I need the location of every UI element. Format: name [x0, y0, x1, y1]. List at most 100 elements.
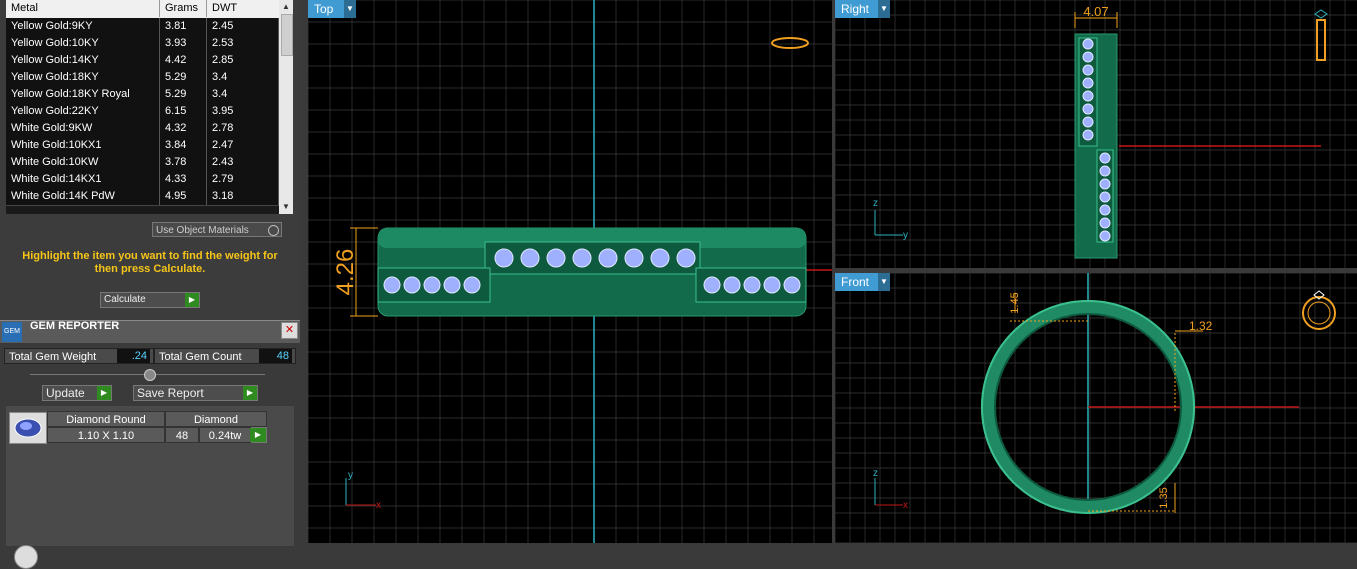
total-gem-count-value: 48 — [259, 349, 292, 363]
metal-name-cell: Yellow Gold:14KY — [6, 52, 160, 69]
grams-cell: 5.29 — [160, 69, 207, 86]
column-header-dwt[interactable]: DWT — [207, 0, 279, 17]
play-icon[interactable]: ▶ — [185, 293, 199, 307]
total-gem-weight-value: .24 — [117, 349, 150, 363]
column-header-grams[interactable]: Grams — [160, 0, 207, 17]
front-dimension-b: 1.32 — [1189, 319, 1213, 333]
status-circle[interactable] — [14, 545, 38, 569]
table-row[interactable]: Yellow Gold:10KY 3.93 2.53 — [6, 35, 279, 53]
gem-stone[interactable] — [403, 276, 421, 294]
gem-stone[interactable] — [520, 248, 540, 268]
total-gem-weight-label: Total Gem Weight — [9, 351, 97, 363]
gem-stone[interactable] — [1099, 165, 1111, 177]
ring-thumbnail-icon — [771, 37, 809, 49]
front-viewport-canvas: 1.45 1.32 1.35 z x — [835, 273, 1357, 543]
gem-stone[interactable] — [1082, 129, 1094, 141]
table-row[interactable]: White Gold:14K PdW 4.95 3.18 — [6, 188, 279, 206]
scroll-thumb[interactable] — [281, 14, 293, 56]
scroll-down-icon[interactable]: ▼ — [279, 200, 293, 213]
front-viewport[interactable]: 1.45 1.32 1.35 z x Front ▼ — [835, 273, 1357, 543]
table-row[interactable]: Yellow Gold:22KY 6.15 3.95 — [6, 103, 279, 121]
table-row[interactable]: Yellow Gold:18KY 5.29 3.4 — [6, 69, 279, 87]
gem-stone[interactable] — [423, 276, 441, 294]
metal-weight-table[interactable]: Metal Grams DWT Yellow Gold:9KY 3.81 2.45 Y… — [6, 0, 279, 214]
grams-cell: 3.81 — [160, 18, 207, 35]
dwt-cell: 3.95 — [207, 103, 279, 120]
gem-row-button[interactable]: ▶ — [250, 427, 267, 443]
chevron-down-icon[interactable]: ▼ — [878, 273, 890, 291]
dwt-cell: 2.47 — [207, 137, 279, 154]
gem-stone[interactable] — [763, 276, 781, 294]
table-row[interactable]: White Gold:10KX1 3.84 2.47 — [6, 137, 279, 155]
gem-reporter-title: GEM REPORTER — [30, 320, 120, 332]
view-selector-front[interactable]: Front ▼ — [835, 273, 890, 291]
gem-stone[interactable] — [783, 276, 801, 294]
gem-stone[interactable] — [1082, 90, 1094, 102]
gem-stone[interactable] — [1099, 191, 1111, 203]
gem-stone[interactable] — [703, 276, 721, 294]
dwt-cell: 3.4 — [207, 86, 279, 103]
gem-stone[interactable] — [494, 248, 514, 268]
table-row[interactable]: White Gold:9KW 4.32 2.78 — [6, 120, 279, 138]
grams-cell: 4.32 — [160, 120, 207, 137]
play-icon[interactable]: ▶ — [243, 386, 257, 400]
gem-stone[interactable] — [676, 248, 696, 268]
view-selector-right[interactable]: Right ▼ — [835, 0, 890, 18]
metal-table-scrollbar[interactable]: ▲ ▼ — [279, 0, 293, 214]
gem-stone[interactable] — [443, 276, 461, 294]
gem-stone[interactable] — [1099, 178, 1111, 190]
gem-stone[interactable] — [546, 248, 566, 268]
dwt-cell: 3.18 — [207, 188, 279, 205]
use-object-materials-toggle[interactable]: Use Object Materials — [152, 222, 282, 237]
right-viewport-canvas: 4.07 z y — [835, 0, 1357, 268]
table-row[interactable]: Yellow Gold:14KY 4.42 2.85 — [6, 52, 279, 70]
gem-stone[interactable] — [1082, 64, 1094, 76]
close-icon[interactable]: ✕ — [281, 322, 298, 339]
divider-handle[interactable] — [144, 369, 156, 381]
gem-stone[interactable] — [1082, 103, 1094, 115]
gem-stone[interactable] — [1099, 204, 1111, 216]
gem-stone[interactable] — [383, 276, 401, 294]
metal-name-cell: White Gold:14KX1 — [6, 171, 160, 188]
gem-stone[interactable] — [1082, 38, 1094, 50]
view-label: Top — [314, 2, 334, 16]
gem-stone[interactable] — [572, 248, 592, 268]
top-viewport[interactable]: 4.26 y x Top ▼ — [308, 0, 832, 543]
save-report-button[interactable]: Save Report ▶ — [133, 385, 258, 401]
gem-stone[interactable] — [1099, 152, 1111, 164]
scroll-up-icon[interactable]: ▲ — [279, 0, 293, 13]
view-selector-top[interactable]: Top ▼ — [308, 0, 356, 18]
table-row[interactable]: Yellow Gold:18KY Royal 5.29 3.4 — [6, 86, 279, 104]
grams-cell: 4.95 — [160, 188, 207, 205]
radio-icon[interactable] — [268, 225, 279, 236]
dwt-cell: 2.45 — [207, 18, 279, 35]
table-row[interactable]: Yellow Gold:9KY 3.81 2.45 — [6, 18, 279, 36]
gem-stone[interactable] — [743, 276, 761, 294]
gem-stone[interactable] — [1082, 77, 1094, 89]
right-viewport[interactable]: 4.07 z y Right ▼ — [835, 0, 1357, 268]
axis-x-label: x — [376, 500, 381, 511]
gem-stone[interactable] — [723, 276, 741, 294]
update-button[interactable]: Update ▶ — [42, 385, 112, 401]
gem-stone[interactable] — [1082, 116, 1094, 128]
gem-stone[interactable] — [1099, 217, 1111, 229]
chevron-down-icon[interactable]: ▼ — [878, 0, 890, 18]
play-icon[interactable]: ▶ — [97, 386, 111, 400]
dwt-cell: 2.85 — [207, 52, 279, 69]
total-gem-count-label: Total Gem Count — [159, 351, 242, 363]
chevron-down-icon[interactable]: ▼ — [344, 0, 356, 18]
calculate-button[interactable]: Calculate ▶ — [100, 292, 200, 308]
gem-stone[interactable] — [1099, 230, 1111, 242]
play-icon[interactable]: ▶ — [250, 428, 266, 442]
gem-stone[interactable] — [463, 276, 481, 294]
table-row[interactable]: White Gold:14KX1 4.33 2.79 — [6, 171, 279, 189]
gem-stone[interactable] — [1082, 51, 1094, 63]
grams-cell: 4.42 — [160, 52, 207, 69]
gem-stone[interactable] — [598, 248, 618, 268]
metal-name-cell: Yellow Gold:9KY — [6, 18, 160, 35]
axis-z-label: z — [873, 468, 878, 479]
gem-stone[interactable] — [624, 248, 644, 268]
column-header-metal[interactable]: Metal — [6, 0, 160, 17]
gem-stone[interactable] — [650, 248, 670, 268]
table-row[interactable]: White Gold:10KW 3.78 2.43 — [6, 154, 279, 172]
